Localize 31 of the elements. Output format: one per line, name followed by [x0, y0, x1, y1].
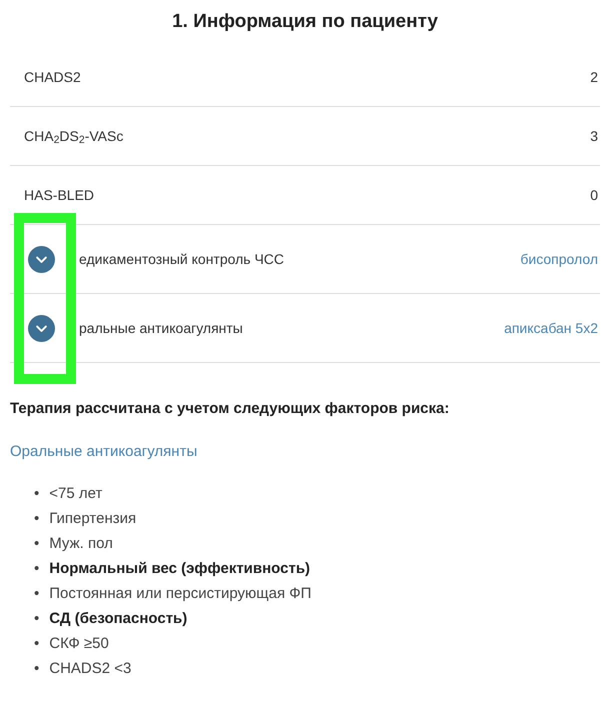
- factors-heading: Терапия рассчитана с учетом следующих факторов риска:: [10, 399, 450, 419]
- section-title: 1. Информация по пациенту: [171, 10, 439, 34]
- drug-link[interactable]: бисопролол: [520, 248, 598, 270]
- bullet-mark: •: [34, 659, 40, 679]
- risk-factor-item: Нормальный вес (эффективность): [49, 559, 310, 579]
- risk-factor-item: Гипертензия: [49, 509, 136, 529]
- score-label: CHADS2: [24, 68, 81, 86]
- score-value: 2: [590, 68, 598, 86]
- bullet-mark: •: [34, 484, 40, 504]
- bullet-mark: •: [34, 559, 40, 579]
- risk-factor-item: Постоянная или персистирующая ФП: [49, 584, 312, 604]
- score-label: HAS-BLED: [24, 186, 94, 204]
- factors-group-title: Оральные антикоагулянты: [10, 442, 198, 462]
- score-value: 3: [590, 126, 598, 146]
- score-value: 0: [590, 186, 598, 204]
- risk-factor-item: <75 лет: [49, 484, 102, 504]
- risk-factor-item: CHADS2 <3: [49, 659, 132, 679]
- risk-factor-item: Муж. пол: [49, 534, 113, 554]
- bullet-mark: •: [34, 609, 40, 629]
- bullet-mark: •: [34, 509, 40, 529]
- score-label: CHA$_{2}$DS$_{2}$-VASc: [24, 126, 124, 146]
- bullet-mark: •: [34, 534, 40, 554]
- risk-factor-item: СКФ ≥50: [49, 634, 109, 654]
- risk-factor-item: СД (безопасность): [49, 609, 188, 629]
- bullet-mark: •: [34, 634, 40, 654]
- therapy-label: ральные антикоагулянты: [79, 318, 243, 338]
- bullet-mark: •: [34, 584, 40, 604]
- expand-icon[interactable]: [28, 246, 55, 272]
- drug-link[interactable]: апиксабан 5x2: [504, 318, 598, 338]
- therapy-label: едикаментозный контроль ЧСС: [79, 250, 284, 269]
- expand-icon[interactable]: [28, 314, 55, 342]
